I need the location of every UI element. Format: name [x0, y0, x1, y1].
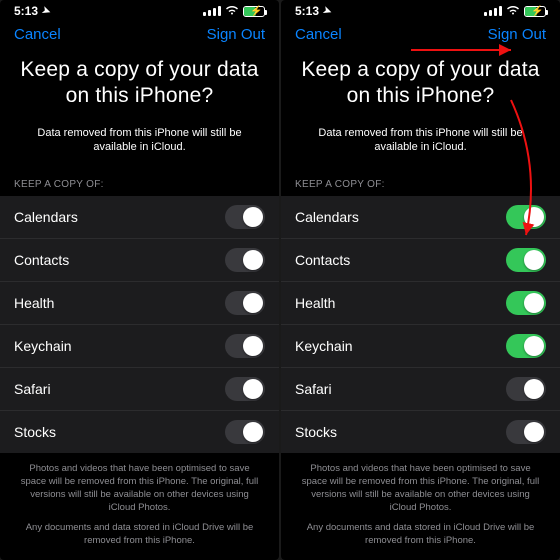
page-title: Keep a copy of your data on this iPhone?: [0, 49, 279, 122]
cell-signal-icon: [484, 6, 502, 16]
list-item-label: Calendars: [14, 209, 78, 225]
section-header: KEEP A COPY OF:: [281, 173, 560, 196]
list-item: Contacts: [0, 239, 279, 282]
list-item: Safari: [0, 368, 279, 411]
list-item: Stocks: [0, 411, 279, 453]
list-item-label: Keychain: [295, 338, 353, 354]
screenshot-right: 5:13 ➤ ⚡ Cancel Sign Out Keep a copy of …: [281, 0, 560, 560]
footer-text: Photos and videos that have been optimis…: [281, 453, 560, 560]
toggle-health[interactable]: [225, 291, 265, 315]
status-time: 5:13: [14, 4, 38, 18]
toggle-safari[interactable]: [506, 377, 546, 401]
toggle-contacts[interactable]: [506, 248, 546, 272]
footer-text: Photos and videos that have been optimis…: [0, 453, 279, 560]
list-item: Contacts: [281, 239, 560, 282]
list-item-label: Health: [14, 295, 54, 311]
data-list: Calendars Contacts Health Keychain Safar…: [0, 196, 279, 453]
toggle-calendars[interactable]: [506, 205, 546, 229]
list-item-label: Safari: [295, 381, 332, 397]
list-item: Safari: [281, 368, 560, 411]
location-icon: ➤: [40, 4, 52, 17]
status-time: 5:13: [295, 4, 319, 18]
toggle-stocks[interactable]: [506, 420, 546, 444]
cancel-button[interactable]: Cancel: [295, 26, 342, 43]
page-subtitle: Data removed from this iPhone will still…: [281, 122, 560, 174]
list-item-label: Keychain: [14, 338, 72, 354]
list-item-label: Health: [295, 295, 335, 311]
toggle-calendars[interactable]: [225, 205, 265, 229]
toggle-health[interactable]: [506, 291, 546, 315]
toggle-safari[interactable]: [225, 377, 265, 401]
list-item-label: Stocks: [295, 424, 337, 440]
toggle-keychain[interactable]: [225, 334, 265, 358]
page-title: Keep a copy of your data on this iPhone?: [281, 49, 560, 122]
list-item: Stocks: [281, 411, 560, 453]
page-subtitle: Data removed from this iPhone will still…: [0, 122, 279, 174]
section-header: KEEP A COPY OF:: [0, 173, 279, 196]
screenshot-left: 5:13 ➤ ⚡ Cancel Sign Out Keep a copy of …: [0, 0, 279, 560]
nav-bar: Cancel Sign Out: [281, 18, 560, 49]
cell-signal-icon: [203, 6, 221, 16]
list-item-label: Safari: [14, 381, 51, 397]
list-item: Keychain: [281, 325, 560, 368]
nav-bar: Cancel Sign Out: [0, 18, 279, 49]
wifi-icon: [506, 5, 520, 18]
status-bar: 5:13 ➤ ⚡: [281, 0, 560, 18]
list-item-label: Contacts: [14, 252, 69, 268]
toggle-stocks[interactable]: [225, 420, 265, 444]
battery-icon: ⚡: [524, 6, 546, 17]
status-bar: 5:13 ➤ ⚡: [0, 0, 279, 18]
list-item-label: Stocks: [14, 424, 56, 440]
toggle-keychain[interactable]: [506, 334, 546, 358]
toggle-contacts[interactable]: [225, 248, 265, 272]
data-list: Calendars Contacts Health Keychain Safar…: [281, 196, 560, 453]
list-item: Calendars: [0, 196, 279, 239]
list-item: Health: [0, 282, 279, 325]
battery-icon: ⚡: [243, 6, 265, 17]
wifi-icon: [225, 5, 239, 18]
location-icon: ➤: [321, 4, 333, 17]
signout-button[interactable]: Sign Out: [488, 26, 546, 43]
list-item-label: Calendars: [295, 209, 359, 225]
cancel-button[interactable]: Cancel: [14, 26, 61, 43]
list-item: Calendars: [281, 196, 560, 239]
list-item: Health: [281, 282, 560, 325]
signout-button[interactable]: Sign Out: [207, 26, 265, 43]
list-item-label: Contacts: [295, 252, 350, 268]
list-item: Keychain: [0, 325, 279, 368]
